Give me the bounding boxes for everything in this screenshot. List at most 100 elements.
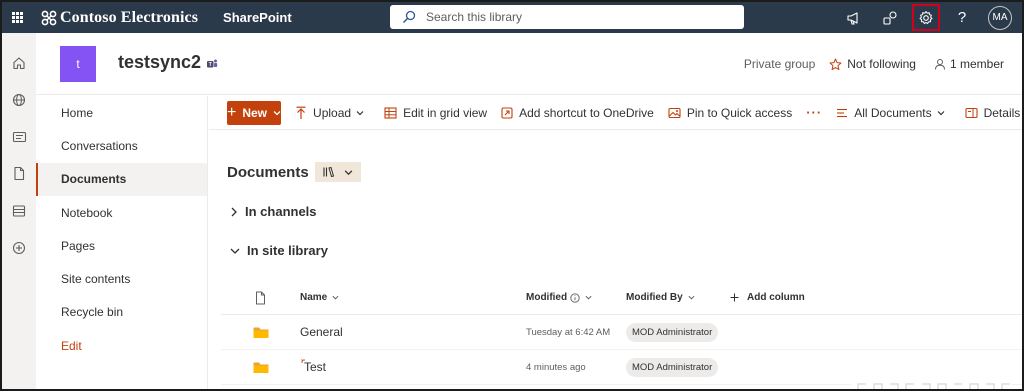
modified-by-cell: MOD Administrator <box>626 322 730 342</box>
follow-button[interactable]: Not following <box>829 57 916 71</box>
feedback-button[interactable] <box>836 2 872 33</box>
nav-item-site-contents[interactable]: Site contents <box>36 262 207 295</box>
group-in-site-library[interactable]: In site library <box>230 243 328 258</box>
suite-actions: ? MA <box>836 2 1022 33</box>
folder-icon <box>253 327 268 338</box>
help-icon: ? <box>957 9 967 26</box>
myday-button[interactable] <box>872 2 908 33</box>
appbar-create-button[interactable] <box>2 229 36 266</box>
details-pane-button[interactable]: Details <box>965 105 1021 120</box>
gear-icon <box>919 10 933 24</box>
file-icon <box>14 166 25 181</box>
help-button[interactable]: ? <box>944 2 980 33</box>
nav-edit-link[interactable]: Edit <box>36 329 207 362</box>
site-logo[interactable]: t <box>60 46 96 82</box>
site-header: t testsync2 T Private group Not followin… <box>36 33 1022 95</box>
file-name-cell[interactable]: Test <box>300 359 526 374</box>
library-view-switch[interactable] <box>314 162 361 182</box>
modified-column-label: Modified <box>526 292 568 303</box>
modified-cell: Tuesday at 6:42 AM <box>526 327 626 338</box>
view-switcher-label: All Documents <box>854 105 932 120</box>
appbar-home-button[interactable] <box>2 44 36 81</box>
library-icon <box>323 166 335 178</box>
chevron-down-icon <box>688 295 695 300</box>
file-name[interactable]: General <box>300 325 343 339</box>
app-bar <box>2 33 36 389</box>
nav-item-documents[interactable]: Documents <box>36 162 207 197</box>
nav-item-home[interactable]: Home <box>36 96 207 129</box>
add-shortcut-button[interactable]: Add shortcut to OneDrive <box>501 106 654 120</box>
account-avatar[interactable]: MA <box>988 5 1012 30</box>
modified-value: Tuesday at 6:42 AM <box>526 326 611 338</box>
app-name-link[interactable]: SharePoint <box>223 10 292 25</box>
modified-by-column-label: Modified By <box>626 292 683 303</box>
members-button[interactable]: 1 member <box>934 57 1004 71</box>
megaphone-icon <box>847 11 858 25</box>
chevron-down-icon <box>585 295 592 300</box>
modified-by-persona[interactable]: MOD Administrator <box>626 357 719 377</box>
svg-text:T: T <box>209 62 212 68</box>
details-pane-label: Details <box>983 105 1021 120</box>
view-list-icon <box>837 108 848 117</box>
upload-button[interactable]: Upload <box>295 106 370 120</box>
new-button[interactable]: + New <box>227 100 282 125</box>
chevron-down-icon <box>332 295 339 300</box>
modified-by-column-header[interactable]: Modified By <box>626 292 730 303</box>
pin-quick-access-button[interactable]: Pin to Quick access <box>668 106 792 120</box>
group-in-channels[interactable]: In channels <box>230 204 317 219</box>
nav-item-recycle-bin[interactable]: Recycle bin <box>36 296 207 329</box>
search-box[interactable] <box>390 5 744 29</box>
edit-grid-view-button[interactable]: Edit in grid view <box>384 106 487 120</box>
nav-item-pages[interactable]: Pages <box>36 229 207 262</box>
appbar-news-button[interactable] <box>2 118 36 155</box>
search-input[interactable] <box>426 10 726 24</box>
group-label: In channels <box>245 204 317 219</box>
list-icon <box>12 204 26 217</box>
privacy-label: Private group <box>743 57 816 71</box>
search-icon <box>402 10 416 24</box>
library-title: Documents <box>227 163 309 181</box>
brand-name: Contoso Electronics <box>60 8 199 26</box>
file-name-cell[interactable]: General <box>300 325 526 339</box>
nav-item-conversations[interactable]: Conversations <box>36 129 207 162</box>
documents-table: Name Modified Modified By Add column Gen… <box>221 281 1022 385</box>
add-column-button[interactable]: Add column <box>730 292 805 303</box>
app-launcher-button[interactable] <box>2 2 32 33</box>
brand-link[interactable]: Contoso Electronics <box>40 2 198 33</box>
details-pane-icon <box>965 107 978 118</box>
command-bar: + New Upload Edit in grid view Add short… <box>209 96 1022 130</box>
new-item-sparkle-icon <box>301 359 305 363</box>
folder-cell <box>221 326 300 339</box>
site-title[interactable]: testsync2 <box>118 52 201 73</box>
site-meta: Private group Not following 1 member <box>744 57 1004 71</box>
name-column-header[interactable]: Name <box>300 292 526 303</box>
modified-by-persona[interactable]: MOD Administrator <box>626 322 719 342</box>
file-type-column-header[interactable] <box>221 291 300 305</box>
teams-icon[interactable]: T <box>206 58 218 70</box>
view-switcher-button[interactable]: All Documents <box>836 106 950 120</box>
activity-icon <box>883 10 897 25</box>
chevron-down-icon <box>937 110 945 115</box>
modified-column-header[interactable]: Modified <box>526 292 626 303</box>
group-label: In site library <box>247 243 328 258</box>
file-type-icon <box>256 291 265 304</box>
nav-item-notebook[interactable]: Notebook <box>36 196 207 229</box>
news-icon <box>12 131 26 142</box>
library-header: Documents <box>227 162 361 182</box>
upload-label: Upload <box>313 105 352 120</box>
modified-value: 4 minutes ago <box>526 361 586 373</box>
info-icon[interactable] <box>570 292 580 303</box>
appbar-lists-button[interactable] <box>2 192 36 229</box>
more-commands-button[interactable]: ··· <box>806 105 822 120</box>
appbar-sites-button[interactable] <box>2 81 36 118</box>
shortcut-icon <box>501 106 513 119</box>
left-navigation: Home Conversations Documents Notebook Pa… <box>36 96 208 389</box>
table-row[interactable]: General Tuesday at 6:42 AM MOD Administr… <box>221 315 1022 350</box>
appbar-files-button[interactable] <box>2 155 36 192</box>
chevron-down-icon <box>356 110 364 115</box>
chevron-right-icon <box>231 207 237 216</box>
add-circle-icon <box>12 241 26 254</box>
settings-button[interactable] <box>912 4 940 31</box>
upload-icon <box>296 106 306 119</box>
star-icon <box>829 58 842 70</box>
